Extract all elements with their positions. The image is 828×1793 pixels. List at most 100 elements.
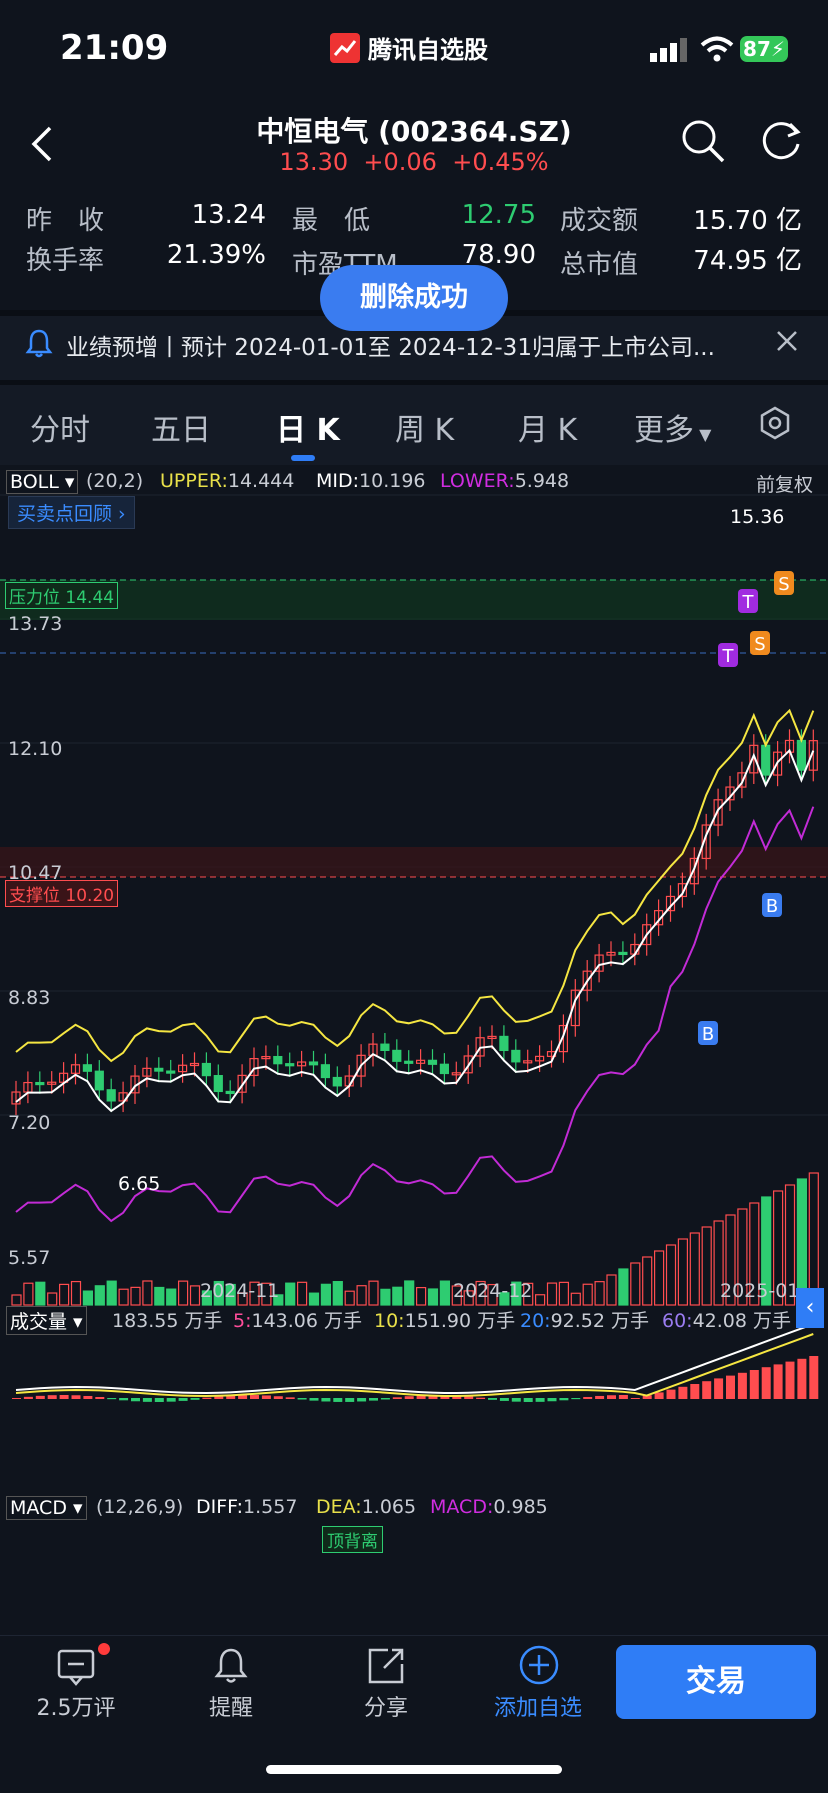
macd-bar [119,1398,129,1401]
ma60-label: 60: [662,1310,693,1332]
ma20-label: 20: [520,1310,551,1332]
macd-bar [726,1375,735,1399]
candle-body [273,1055,283,1065]
trade-marker-label: T [742,592,755,613]
diff-value: 1.557 [243,1496,298,1518]
volume-bar [154,1286,165,1306]
kline-chart[interactable]: TTSSBB [0,465,828,1640]
boll-mid-label: MID: [316,470,360,492]
volume-bar [58,1283,70,1306]
add-watchlist-label[interactable]: 添加自选 [478,1690,598,1722]
candle-body [499,1035,509,1052]
macd-bar [178,1398,188,1401]
candle-body [511,1049,521,1063]
ma10-value: 151.90 万手 [404,1310,516,1332]
macd-bar [547,1398,557,1402]
settings-icon[interactable] [758,406,792,440]
volume-ma60: 60:42.08 万手 [662,1306,791,1333]
tab-daily-k[interactable]: 日 K [276,405,340,449]
volume-bar [689,1232,700,1306]
close-icon[interactable] [776,330,798,352]
review-button[interactable]: 买卖点回顾 › [8,496,135,529]
macd-bar [35,1395,45,1399]
notification-dot [98,1643,110,1655]
boll-upper-value: 14.444 [227,470,295,492]
volume-bar [189,1285,201,1306]
candle-body [392,1049,402,1062]
volume-bar [356,1285,367,1306]
price-change: +0.06 [363,148,437,176]
volume-bar [285,1282,296,1306]
add-watchlist-icon[interactable] [518,1644,560,1686]
volume-bar [582,1283,593,1306]
boll-selector[interactable]: BOLL ▾ [6,470,79,494]
macd-bar [357,1398,367,1402]
dea-label: DEA: [316,1496,362,1518]
macd-bar [202,1397,212,1399]
comment-icon[interactable] [56,1648,96,1686]
macd-bar [797,1358,807,1399]
share-label[interactable]: 分享 [326,1690,446,1722]
tab-monthly-k[interactable]: 月 K [518,405,577,449]
boll-lower-band [15,748,815,1113]
trade-button[interactable]: 交易 [616,1645,816,1719]
tab-weekly-k[interactable]: 周 K [395,405,454,449]
macd-selector[interactable]: MACD ▾ [6,1496,87,1520]
boll-lower: LOWER:5.948 [440,470,569,492]
volume-bar [606,1274,617,1306]
quote-label: 成交额 [560,206,639,236]
macd-bar [595,1395,605,1399]
pressure-zone [0,580,828,620]
price-adjust[interactable]: 前复权 [756,470,813,497]
volume-bar [94,1285,105,1306]
trade-marker-label: B [766,896,778,917]
macd-bar [285,1397,295,1399]
boll-lower-value: 5.948 [514,470,570,492]
toast-message: 删除成功 [320,265,508,331]
macd-bar [154,1398,164,1402]
bell-icon[interactable] [212,1646,250,1686]
volume-selector[interactable]: 成交量 ▾ [6,1306,87,1335]
app-name: 腾讯自选股 [368,36,488,64]
volume-bar [344,1290,355,1306]
tab-more[interactable]: 更多 ▼ [634,405,711,449]
volume-bar [630,1262,641,1306]
candle-body [404,1060,414,1064]
quote-label[interactable]: 总市值 [560,244,638,281]
volume-bar [570,1292,581,1306]
boll-mid-value: 10.196 [359,470,426,492]
support-level-label: 支撑位 10.20 [5,880,119,907]
refresh-icon[interactable] [760,118,804,162]
y-tick: 7.20 [8,1112,51,1134]
macd-bar [47,1395,57,1399]
macd-bar [630,1398,640,1399]
volume-bar [106,1280,117,1306]
tab-intraday[interactable]: 分时 [30,405,90,449]
comments-label[interactable]: 2.5万评 [16,1690,136,1722]
search-icon[interactable] [680,118,726,164]
tab-five-day[interactable]: 五日 [151,405,211,449]
y-tick: 10.47 [8,862,63,884]
trade-marker-label: T [722,646,735,667]
quote-label: 换手率 [26,246,105,276]
share-icon[interactable] [366,1646,406,1686]
volume-bar [546,1282,558,1306]
macd-bar [666,1389,676,1399]
candle-body [618,951,628,956]
bell-icon [25,329,53,358]
ma10-label: 10: [374,1310,405,1332]
macd-bar [535,1398,545,1402]
y-tick: 12.10 [8,738,63,760]
signal-icon [650,38,687,62]
macd-bar [392,1397,402,1399]
candle-body [225,1090,235,1095]
macd-bar [131,1398,140,1402]
remind-label[interactable]: 提醒 [171,1690,291,1722]
macd-bar [12,1398,21,1399]
y-tick: 13.73 [8,613,63,635]
macd-bar [107,1398,117,1400]
macd-bar [95,1396,105,1399]
macd-bar [273,1396,283,1399]
collapse-panel-button[interactable]: ‹ [796,1288,824,1328]
macd-bar [773,1364,783,1399]
